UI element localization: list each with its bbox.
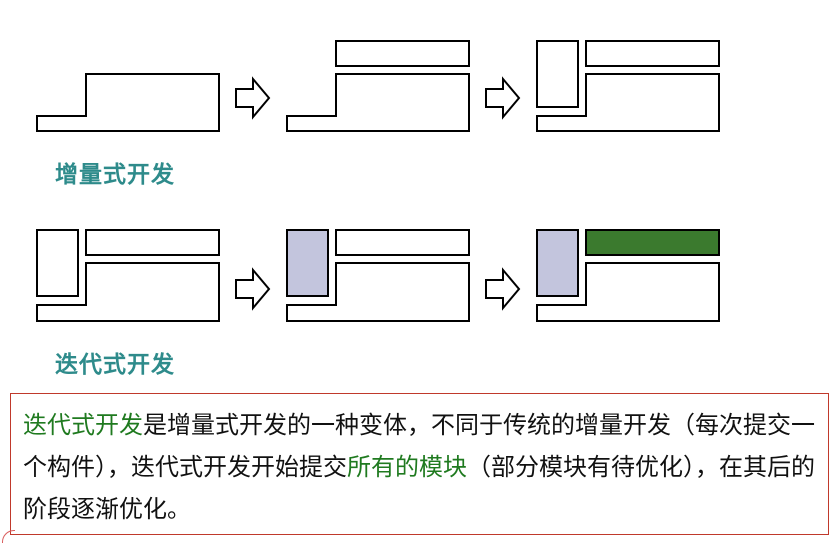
iterative-stage-1-side-module (36, 229, 79, 297)
iterative-stage-3 (536, 229, 720, 322)
iterative-stage-1 (36, 229, 220, 322)
arrow-right-icon (485, 76, 521, 120)
arrow-right-icon (235, 76, 271, 120)
iterative-development-label: 迭代式开发 (55, 351, 175, 378)
iterative-stage-1-top-module (85, 229, 220, 256)
incremental-stage-2 (286, 40, 470, 132)
development-diagram (36, 40, 720, 322)
incremental-development-label: 增量式开发 (55, 161, 175, 188)
arrow-right-icon (235, 267, 271, 311)
iterative-stage-3-top-module-refined (585, 229, 720, 256)
explanation-note: 迭代式开发是增量式开发的一种变体，不同于传统的增量开发（每次提交一个构件），迭代… (10, 393, 829, 535)
note-highlight-iterative: 迭代式开发 (23, 411, 143, 439)
incremental-stage-3 (536, 40, 720, 132)
note-highlight-all-modules: 所有的模块 (347, 453, 467, 481)
arrow-right-icon (485, 267, 521, 311)
incremental-stage-2-top-module (335, 40, 470, 67)
incremental-stage-3-top-module (585, 40, 720, 67)
incremental-stage-3-side-module (536, 40, 579, 108)
incremental-stage-2-base (286, 73, 470, 132)
incremental-stage-1 (36, 73, 220, 132)
incremental-stage-1-base (36, 73, 220, 132)
corner-mark (2, 530, 15, 543)
iterative-stage-2-top-module (335, 229, 470, 256)
iterative-stage-3-side-module-refined (536, 229, 579, 297)
iterative-stage-2-side-module-refined (286, 229, 329, 297)
iterative-stage-2 (286, 229, 470, 322)
